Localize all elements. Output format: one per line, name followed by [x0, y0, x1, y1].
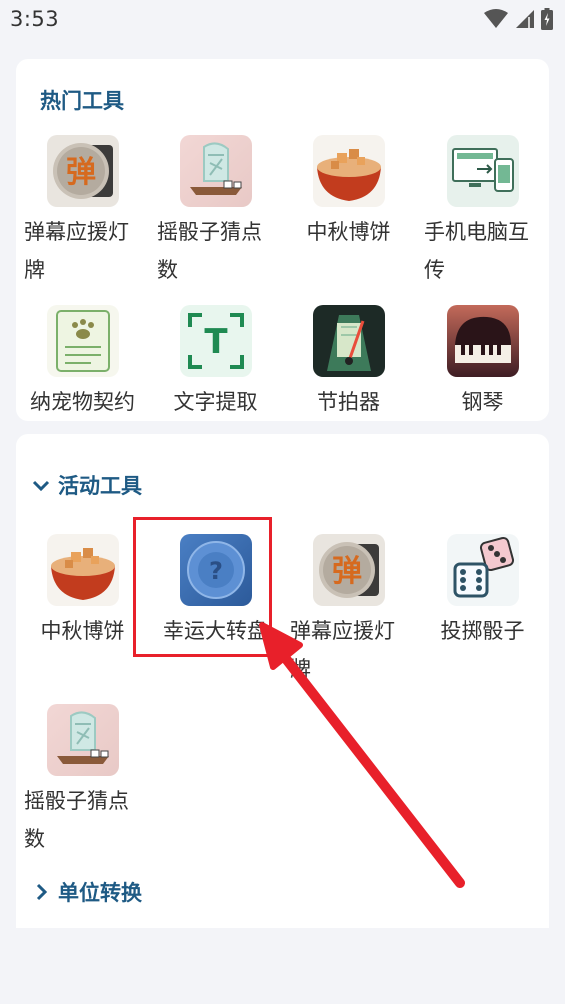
tool-label: 投掷骰子: [440, 619, 525, 643]
tool-label: 钢琴: [461, 390, 504, 414]
danmu-glyph: 弹: [332, 554, 362, 589]
pet-contract-icon: [47, 305, 119, 377]
tool-label: 弹幕应援灯牌: [290, 619, 395, 681]
mooncake-bowl-icon: [47, 534, 119, 606]
dice-cup-icon: [180, 135, 252, 207]
battery-icon: [541, 8, 553, 30]
danmu-icon: 弹: [313, 534, 385, 606]
tool-label: 手机电脑互传: [424, 220, 529, 282]
tool-label: 中秋博饼: [40, 619, 125, 643]
tool-label: 中秋博饼: [306, 220, 391, 244]
status-icons: [483, 8, 553, 30]
bottom-area: [0, 928, 565, 1004]
tool-label: 摇骰子猜点数: [157, 220, 262, 282]
dice-icon: [447, 534, 519, 606]
wifi-icon: [484, 9, 508, 28]
tool-label: 纳宠物契约: [30, 390, 135, 414]
unit-conversion-header[interactable]: 单位转换: [32, 877, 142, 907]
phone-pc-icon: [447, 135, 519, 207]
unit-conversion-title: 单位转换: [58, 881, 142, 905]
activity-tools-header[interactable]: 活动工具: [32, 470, 142, 500]
metronome-icon: [313, 305, 385, 377]
tool-label: 节拍器: [317, 390, 380, 414]
screen: 3:53 热门工具 弹 弹幕应援灯牌 摇骰子猜点数 中秋博饼 手机电脑互传 纳宠…: [0, 0, 565, 1004]
piano-icon: [447, 305, 519, 377]
tool-label: 弹幕应援灯牌: [24, 220, 129, 282]
hot-tools-card: 热门工具 弹 弹幕应援灯牌 摇骰子猜点数 中秋博饼 手机电脑互传 纳宠物契约 T…: [16, 59, 549, 421]
tool-label: 摇骰子猜点数: [24, 789, 129, 851]
chevron-down-icon: [32, 480, 50, 492]
dice-cup-icon: [47, 704, 119, 776]
activity-tools-title: 活动工具: [58, 474, 142, 498]
status-bar: 3:53: [0, 0, 565, 40]
tool-label: 文字提取: [173, 390, 258, 414]
danmu-glyph: 弹: [66, 155, 96, 190]
activity-tools-card: 活动工具 中秋博饼 ? 幸运大转盘 弹 弹幕应援灯牌 投掷骰子 摇骰子猜点数 单…: [16, 434, 549, 934]
highlight-box: [133, 517, 272, 657]
chevron-right-icon: [36, 883, 48, 901]
hot-tools-title: 热门工具: [40, 89, 124, 113]
text-extract-icon: T: [180, 305, 252, 377]
mooncake-bowl-icon: [313, 135, 385, 207]
signal-icon: [516, 10, 534, 28]
danmu-icon: 弹: [47, 135, 119, 207]
status-time: 3:53: [10, 7, 60, 31]
text-extract-glyph: T: [204, 322, 228, 362]
